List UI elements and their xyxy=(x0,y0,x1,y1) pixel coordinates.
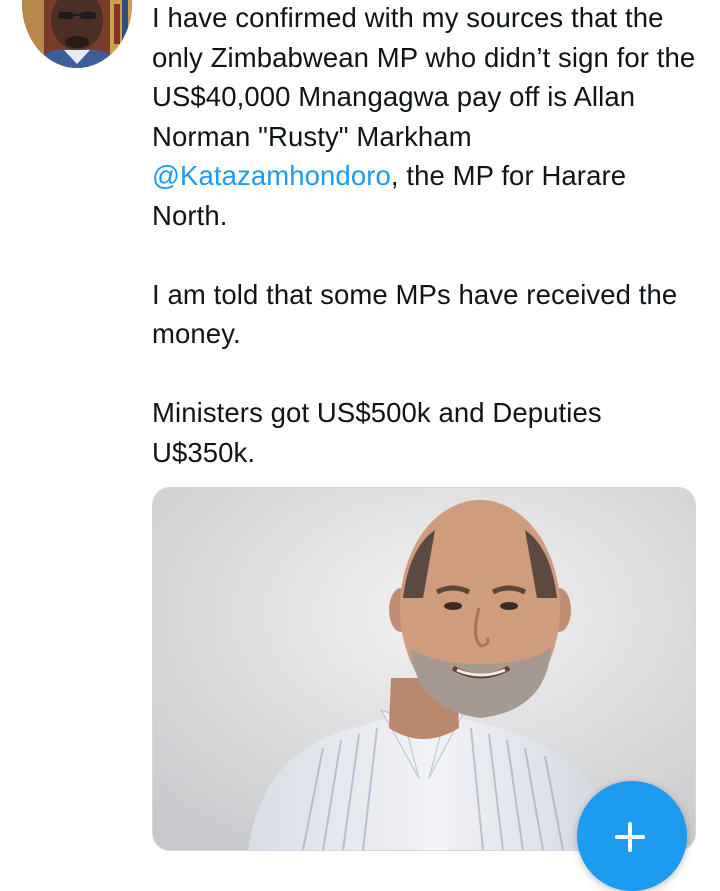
tweet-text-segment: I have confirmed with my sources that th… xyxy=(152,2,696,152)
author-avatar[interactable] xyxy=(22,0,132,68)
tweet-text: I have confirmed with my sources that th… xyxy=(152,0,707,472)
compose-tweet-button[interactable] xyxy=(577,781,687,891)
tweet-paragraph-1: I have confirmed with my sources that th… xyxy=(152,0,707,235)
tweet-paragraph-3: Ministers got US$500k and Deputies U$350… xyxy=(152,397,602,468)
user-mention-link[interactable]: @Katazamhondoro xyxy=(152,160,391,191)
tweet-paragraph-2: I am told that some MPs have received th… xyxy=(152,278,678,350)
